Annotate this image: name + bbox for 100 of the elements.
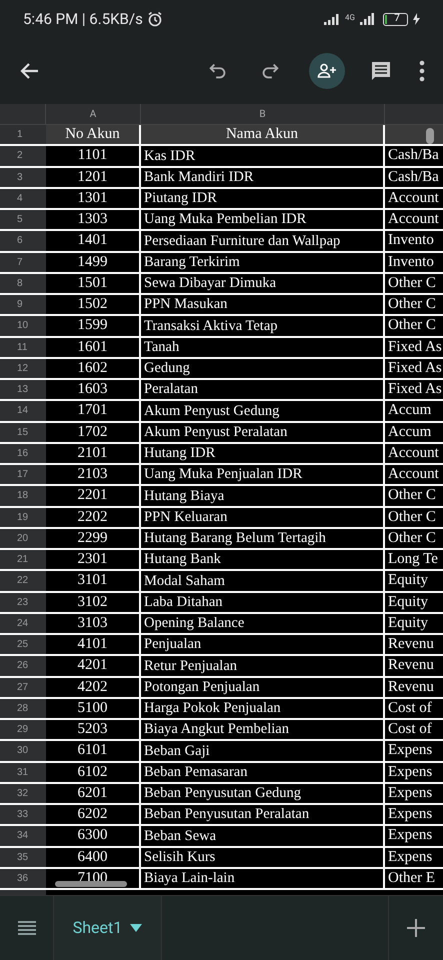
row-number: 16 [0, 444, 46, 463]
table-cell: Bank Mandiri IDR [141, 168, 385, 187]
table-cell: Transaksi Aktiva Tetap [141, 316, 385, 336]
table-cell-text: Accum [387, 422, 432, 442]
row-number: 2 [0, 146, 46, 166]
table-cell: Modal Saham [141, 571, 385, 590]
comment-icon[interactable] [369, 59, 393, 83]
table-cell-text: Expens [387, 805, 434, 824]
table-cell: 1101 [46, 146, 141, 166]
table-cell: 3101 [46, 571, 141, 590]
table-cell: Beban Penyusutan Gedung [141, 784, 385, 803]
table-cell: 1303 [46, 210, 141, 230]
menu-icon[interactable] [16, 920, 36, 936]
table-cell: 1601 [46, 338, 141, 357]
table-cell: Beban Pemasaran [141, 762, 385, 782]
table-cell: Peralatan [141, 380, 385, 400]
table-cell-text: Account [387, 188, 440, 208]
table-cell: Laba Ditahan [141, 592, 385, 612]
row-number: 9 [0, 295, 46, 314]
table-cell: 4201 [46, 656, 141, 676]
row-number: 10 [0, 316, 46, 336]
table-cell-text: Account [387, 210, 440, 230]
row-number: 17 [0, 465, 46, 484]
dropdown-arrow-icon [130, 924, 142, 932]
table-cell: 1499 [46, 252, 141, 272]
table-cell: 5203 [46, 720, 141, 740]
header-cell: No Akun [46, 125, 141, 144]
signal-icon [324, 13, 340, 25]
table-cell-text: Cost of [387, 698, 433, 718]
table-cell: Beban Gaji [141, 741, 385, 760]
table-cell: Sewa Dibayar Dimuka [141, 274, 385, 293]
table-cell: 3102 [46, 592, 141, 612]
table-cell-text: Revenu [387, 635, 435, 654]
table-cell: Persediaan Furniture dan Wallpap [141, 231, 385, 250]
row-number: 6 [0, 231, 46, 250]
table-cell-text: Other C [387, 508, 437, 527]
table-cell-text: Revenu [387, 656, 435, 676]
table-cell: 1701 [46, 401, 141, 420]
column-header[interactable]: B [141, 104, 385, 124]
table-cell: Biaya Angkut Pembelian [141, 720, 385, 740]
row-number: 18 [0, 486, 46, 506]
table-cell-text: Other E [387, 868, 436, 888]
sheet-tab[interactable]: Sheet1 [54, 896, 162, 960]
table-cell-text: Fixed As [387, 358, 443, 378]
table-cell: 6202 [46, 805, 141, 824]
row-number: 35 [0, 848, 46, 867]
table-cell: Hutang Bank [141, 550, 385, 570]
table-cell: Selisih Kurs [141, 848, 385, 867]
table-cell-text: Other C [387, 274, 437, 293]
table-cell-text: Fixed As [387, 380, 443, 400]
table-cell: Harga Pokok Penjualan [141, 698, 385, 718]
row-number: 23 [0, 592, 46, 612]
table-cell-text: Other C [387, 486, 437, 506]
row-number: 29 [0, 720, 46, 740]
table-cell: Uang Muka Penjualan IDR [141, 465, 385, 484]
table-cell: 1301 [46, 188, 141, 208]
row-number: 32 [0, 784, 46, 803]
charging-icon [413, 13, 420, 25]
horizontal-scroll-handle[interactable] [55, 881, 127, 887]
table-cell-text: Cost of [387, 720, 433, 740]
table-cell: 2301 [46, 550, 141, 570]
row-number: 12 [0, 358, 46, 378]
table-cell-text: Account [387, 444, 440, 463]
row-number: 27 [0, 678, 46, 697]
table-cell: 4101 [46, 635, 141, 654]
row-number: 3 [0, 168, 46, 187]
row-number: 24 [0, 614, 46, 633]
row-number: 15 [0, 422, 46, 442]
more-options-icon[interactable] [419, 60, 425, 82]
table-cell: Beban Penyusutan Peralatan [141, 805, 385, 824]
add-sheet-icon[interactable] [407, 919, 425, 937]
table-cell: PPN Masukan [141, 295, 385, 314]
table-cell: 2202 [46, 508, 141, 527]
row-number: 20 [0, 528, 46, 548]
row-number: 36 [0, 868, 46, 888]
table-cell-text: Expens [387, 826, 434, 846]
vertical-scroll-handle[interactable] [426, 128, 434, 144]
table-cell: 1201 [46, 168, 141, 187]
table-cell: Potongan Penjualan [141, 678, 385, 697]
table-cell: Biaya Lain-lain [141, 868, 385, 888]
table-cell-text: Expens [387, 784, 434, 803]
row-number: 1 [0, 125, 46, 144]
row-number: 28 [0, 698, 46, 718]
table-cell: 1502 [46, 295, 141, 314]
table-cell: Uang Muka Pembelian IDR [141, 210, 385, 230]
add-person-icon [317, 63, 337, 79]
table-cell: Akum Penyust Peralatan [141, 422, 385, 442]
table-cell: 1599 [46, 316, 141, 336]
table-cell-text: Long Te [387, 550, 439, 570]
table-cell: Retur Penjualan [141, 656, 385, 676]
row-number: 26 [0, 656, 46, 676]
row-number: 7 [0, 252, 46, 272]
table-cell: 6400 [46, 848, 141, 867]
column-header[interactable]: A [46, 104, 141, 124]
row-number: 8 [0, 274, 46, 293]
table-cell: Akum Penyust Gedung [141, 401, 385, 420]
row-number: 33 [0, 805, 46, 824]
add-person-button[interactable] [309, 53, 345, 89]
table-cell: 5100 [46, 698, 141, 718]
table-cell: Kas IDR [141, 146, 385, 166]
